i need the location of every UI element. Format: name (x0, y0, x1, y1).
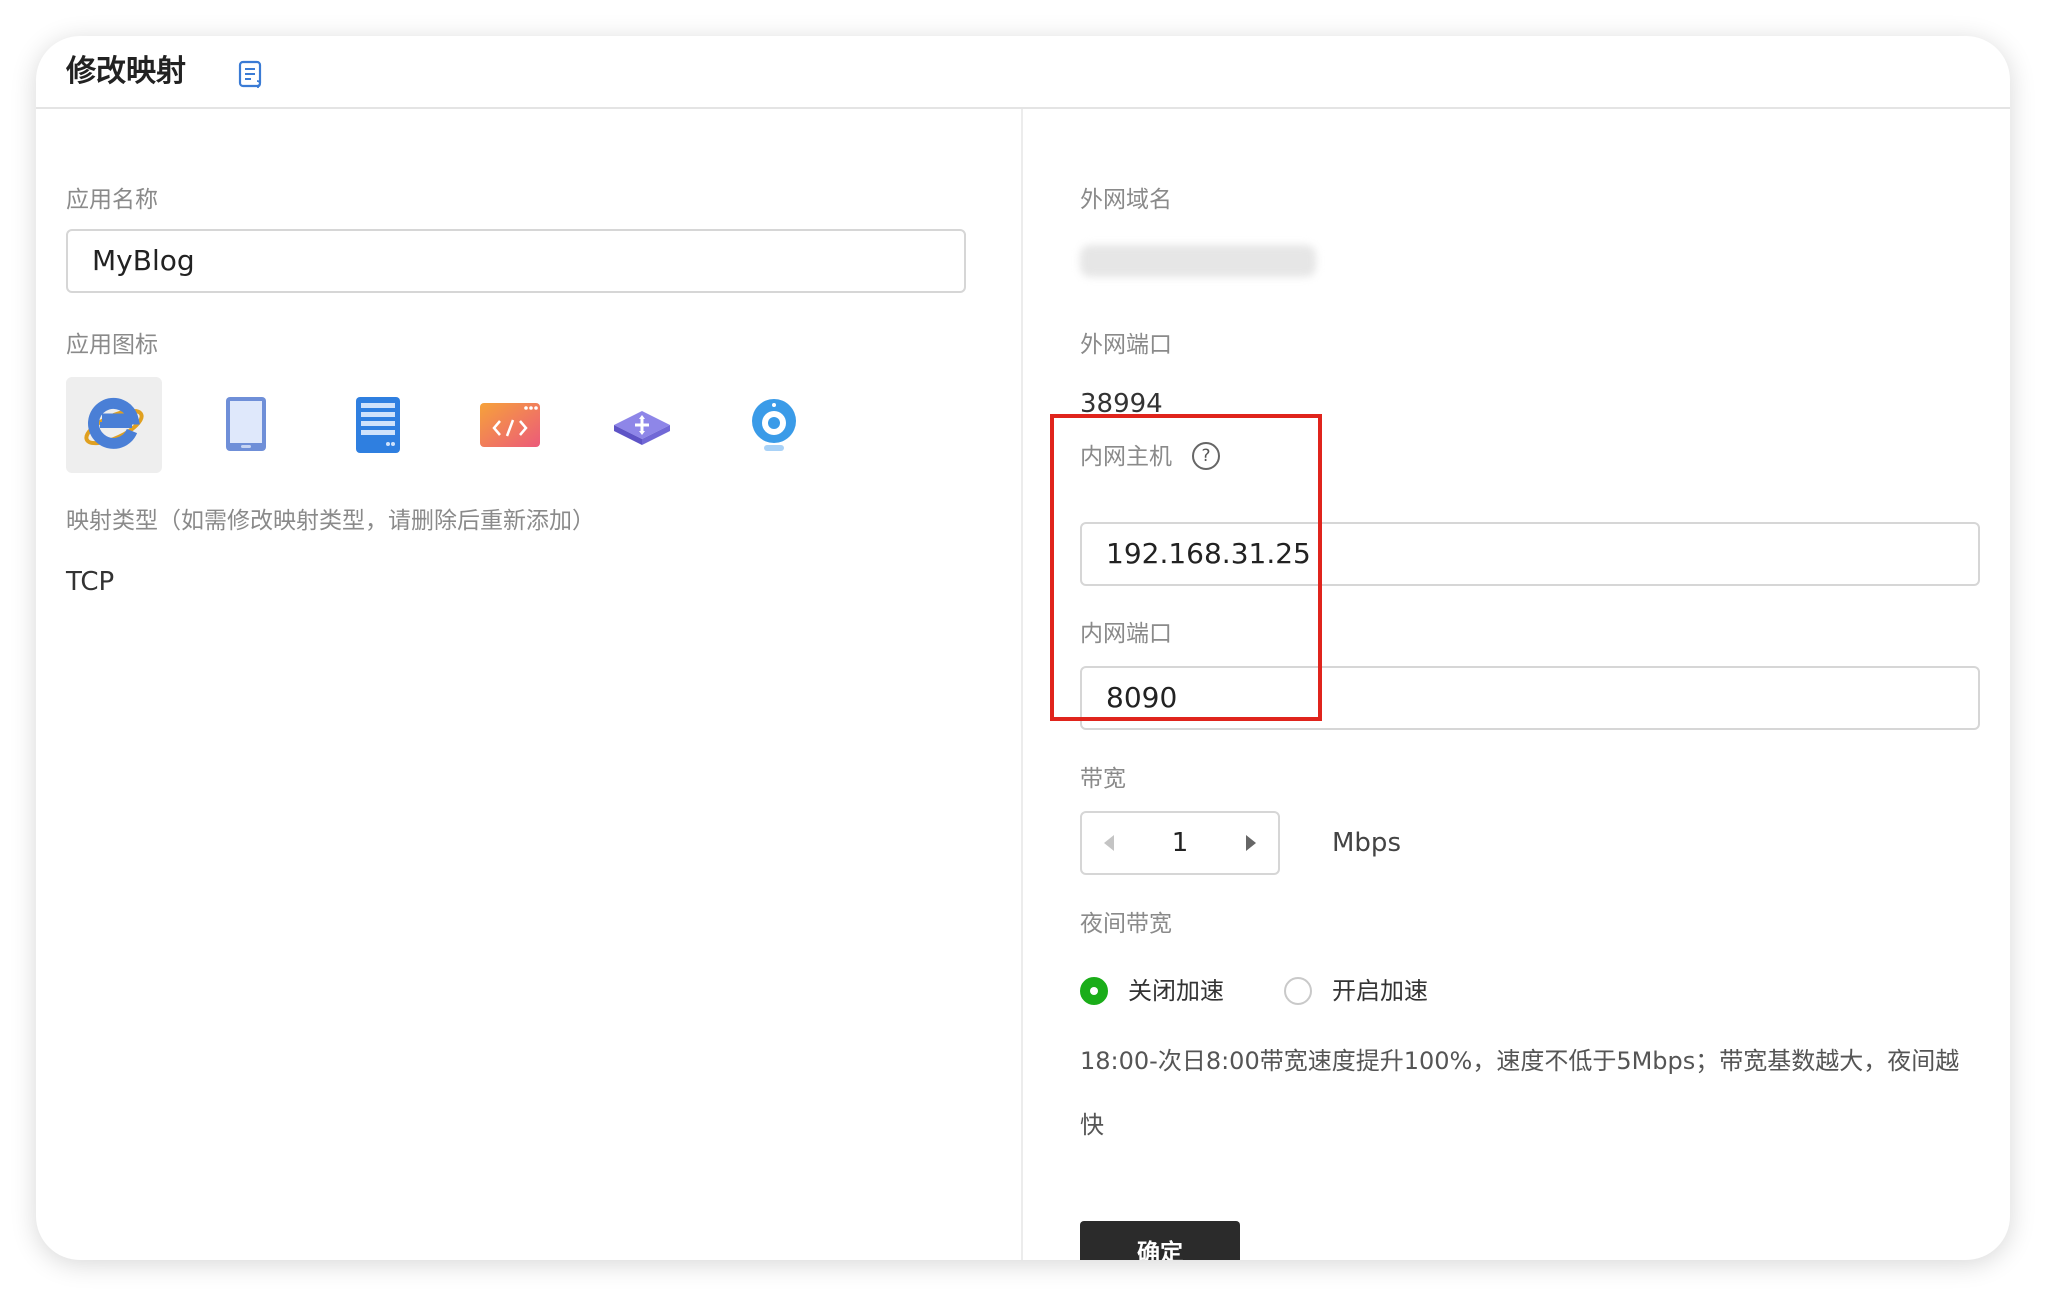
app-name-label: 应用名称 (66, 187, 158, 213)
page-title: 修改映射 (66, 54, 186, 89)
domain-value-redacted (1080, 245, 1316, 277)
help-document-icon[interactable] (238, 60, 264, 90)
bandwidth-value[interactable]: 1 (1136, 813, 1224, 873)
triangle-left-icon (1104, 835, 1114, 851)
lan-host-help-icon[interactable]: ? (1192, 442, 1220, 470)
tablet-icon (226, 397, 266, 451)
radio-accel-on-label: 开启加速 (1332, 977, 1428, 1005)
lan-host-input[interactable]: 192.168.31.25 (1080, 522, 1980, 586)
bandwidth-unit: Mbps (1332, 828, 1401, 858)
column-divider (1021, 109, 1023, 1260)
bandwidth-stepper: 1 (1080, 811, 1280, 875)
radio-accel-off[interactable]: 关闭加速 (1080, 971, 1240, 1011)
icon-option-ie[interactable] (66, 377, 162, 473)
icon-option-code[interactable] (462, 377, 558, 473)
radio-checked-icon (1080, 977, 1108, 1005)
webcam-icon (752, 399, 796, 451)
icon-option-tablet[interactable] (198, 377, 294, 473)
mapping-type-label: 映射类型（如需修改映射类型，请删除后重新添加） (66, 508, 595, 534)
lan-port-input[interactable]: 8090 (1080, 666, 1980, 730)
router-icon (614, 411, 670, 445)
bandwidth-label: 带宽 (1080, 766, 1126, 792)
bandwidth-decrease-button[interactable] (1082, 813, 1136, 873)
triangle-right-icon (1246, 835, 1256, 851)
code-window-icon (480, 403, 540, 447)
left-column: 应用名称 MyBlog 应用图标 映射类型（如需修改映射类型，请删除后重新添加）… (66, 109, 986, 1260)
radio-accel-off-label: 关闭加速 (1128, 977, 1224, 1005)
confirm-button[interactable]: 确定 (1080, 1221, 1240, 1260)
lan-port-label: 内网端口 (1080, 621, 1172, 647)
mapping-type-value: TCP (66, 567, 115, 597)
edit-mapping-dialog: 修改映射 应用名称 MyBlog 应用图标 映射类型（如需修改映射类型，请删除后… (36, 36, 2010, 1260)
domain-label: 外网域名 (1080, 187, 1172, 213)
external-port-label: 外网端口 (1080, 332, 1172, 358)
right-column: 外网域名 外网端口 38994 内网主机 ? 192.168.31.25 内网端… (1080, 109, 1980, 1260)
app-name-input[interactable]: MyBlog (66, 229, 966, 293)
dialog-header: 修改映射 (36, 36, 2010, 109)
lan-host-label: 内网主机 (1080, 444, 1172, 470)
app-icon-label: 应用图标 (66, 332, 158, 358)
app-icon-picker (66, 377, 866, 473)
night-bandwidth-label: 夜间带宽 (1080, 911, 1172, 937)
night-bandwidth-radio-group: 关闭加速 开启加速 (1080, 971, 1680, 1011)
night-bandwidth-note: 18:00-次日8:00带宽速度提升100%，速度不低于5Mbps；带宽基数越大… (1080, 1047, 1960, 1139)
icon-option-webcam[interactable] (726, 377, 822, 473)
icon-option-router[interactable] (594, 377, 690, 473)
bandwidth-increase-button[interactable] (1224, 813, 1278, 873)
server-icon (356, 397, 400, 453)
selected-check-icon (126, 437, 162, 473)
radio-accel-on[interactable]: 开启加速 (1284, 971, 1444, 1011)
external-port-value: 38994 (1080, 389, 1163, 419)
radio-unchecked-icon (1284, 977, 1312, 1005)
icon-option-server[interactable] (330, 377, 426, 473)
